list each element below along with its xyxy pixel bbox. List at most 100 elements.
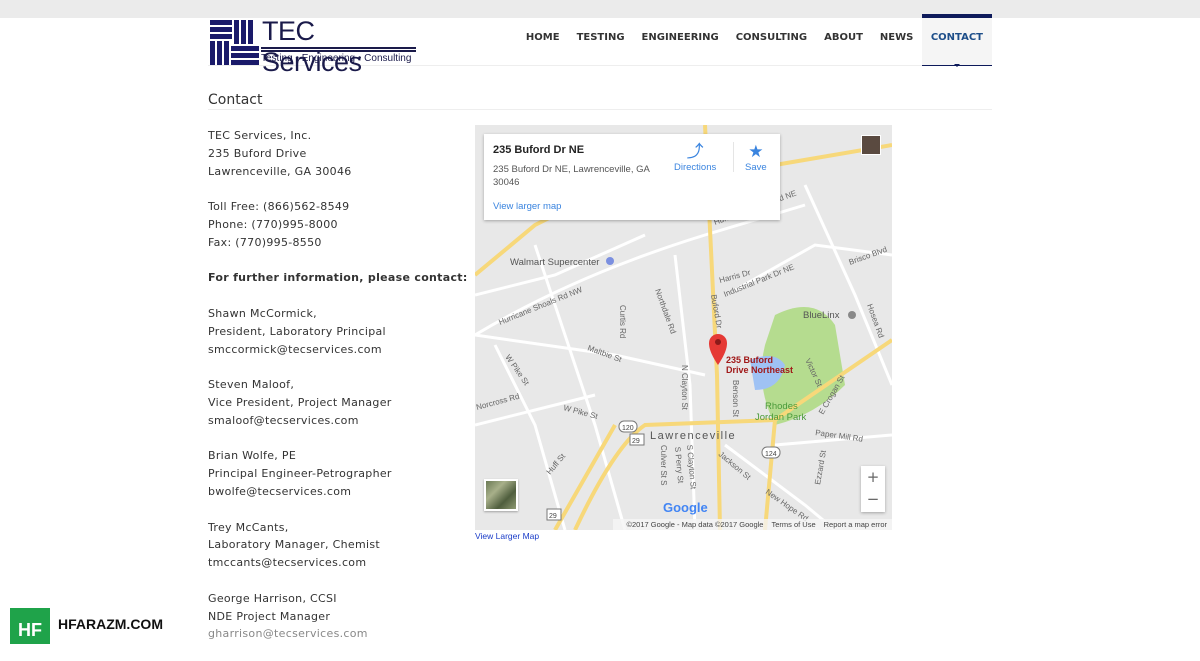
nav-testing[interactable]: TESTING <box>568 14 633 66</box>
pin-label: 235 Buford <box>726 355 773 365</box>
map-attribution: ©2017 Google - Map data ©2017 Google Term… <box>613 519 892 530</box>
contact-name: Steven Maloof, <box>208 378 295 392</box>
fax: Fax: (770)995-8550 <box>208 235 322 249</box>
contact-email[interactable]: smccormick@tecservices.com <box>208 343 382 356</box>
satellite-toggle[interactable] <box>484 479 518 511</box>
map-label: Northdale Rd <box>653 288 678 335</box>
map-label: Culver St S <box>659 445 668 485</box>
nav-about[interactable]: ABOUT <box>816 14 872 66</box>
map-label: N Clayton St <box>680 365 689 411</box>
street: 235 Buford Drive <box>208 146 307 160</box>
report-error-link[interactable]: Report a map error <box>824 520 887 529</box>
contact-person: Steven Maloof, Vice President, Project Ma… <box>208 376 468 429</box>
nav-contact[interactable]: CONTACT <box>921 14 992 67</box>
watermark-site: HFARAZM.COM <box>58 616 163 632</box>
company-name: TEC Services, Inc. <box>208 129 312 142</box>
place-card: 235 Buford Dr NE 235 Buford Dr NE, Lawre… <box>484 134 780 220</box>
map-label: Walmart Supercenter <box>510 257 599 268</box>
star-icon: ★ <box>748 142 764 161</box>
address-block: TEC Services, Inc. 235 Buford Drive Lawr… <box>208 127 468 180</box>
route-124: 124 <box>765 451 777 458</box>
map-label: Benson St <box>731 380 740 418</box>
map-label: Curtis Rd <box>618 305 627 338</box>
nav-news[interactable]: NEWS <box>871 14 921 66</box>
place-address: 235 Buford Dr NE, Lawrenceville, GA 3004… <box>493 164 650 188</box>
contact-info: TEC Services, Inc. 235 Buford Drive Lawr… <box>208 127 468 661</box>
nav-engineering[interactable]: ENGINEERING <box>633 14 727 66</box>
view-larger-map-link-bottom[interactable]: View Larger Map <box>475 531 539 541</box>
zoom-control: + − <box>861 466 885 512</box>
map-label: Brisco Blvd <box>848 245 889 267</box>
save-label: Save <box>745 162 767 173</box>
contact-name: George Harrison, CCSI <box>208 591 337 605</box>
logo[interactable]: TEC Services Testing • Engineering • Con… <box>210 16 420 77</box>
view-larger-map-link[interactable]: View larger map <box>493 201 561 212</box>
contact-name: Trey McCants, <box>208 520 289 534</box>
save-button[interactable]: ★ Save <box>745 142 767 173</box>
map-label: S Perry St <box>673 446 685 484</box>
pin-label: Drive Northeast <box>726 365 793 375</box>
map-label: Jordan Park <box>755 412 806 423</box>
watermark: HF HFARAZM.COM <box>10 604 163 644</box>
map-label: BlueLinx <box>803 310 840 321</box>
logo-divider <box>261 47 416 52</box>
watermark-badge: HF <box>10 604 50 644</box>
contact-title: Laboratory Manager, Chemist <box>208 538 380 552</box>
contact-email[interactable]: smaloof@tecservices.com <box>208 414 359 427</box>
directions-label: Directions <box>674 162 717 173</box>
map-label: Buford Dr <box>709 294 724 330</box>
place-title: 235 Buford Dr NE <box>493 144 585 156</box>
logo-mark-icon <box>210 20 259 65</box>
contact-name: Brian Wolfe, PE <box>208 449 297 463</box>
route-29: 29 <box>549 513 557 520</box>
contact-title: Vice President, Project Manager <box>208 395 392 409</box>
shopping-icon <box>606 257 614 265</box>
phone: Phone: (770)995-8000 <box>208 217 338 231</box>
contact-title: NDE Project Manager <box>208 609 331 623</box>
main-nav: HOME TESTING ENGINEERING CONSULTING ABOU… <box>517 14 992 67</box>
directions-icon: ⤴ <box>686 142 704 161</box>
map-label: Huff St <box>545 451 568 476</box>
route-29: 29 <box>632 438 640 445</box>
map-label: Lawrenceville <box>650 430 736 442</box>
map-label: W Pike St <box>562 403 599 421</box>
contact-person: Shawn McCormick, President, Laboratory Pr… <box>208 305 468 358</box>
page-title: Contact <box>208 92 992 110</box>
toll-free: Toll Free: (866)562-8549 <box>208 200 350 214</box>
contact-name: Shawn McCormick, <box>208 306 317 320</box>
divider <box>733 142 734 172</box>
contact-heading: For further information, please contact: <box>208 271 468 285</box>
nav-consulting[interactable]: CONSULTING <box>727 14 815 66</box>
map-label: Rhodes <box>765 401 798 412</box>
zoom-in-button[interactable]: + <box>861 466 885 488</box>
route-120: 120 <box>622 425 634 432</box>
map-pin-icon[interactable] <box>709 334 727 365</box>
contact-title: President, Laboratory Principal <box>208 324 386 338</box>
map-label: Norcross Rd <box>475 392 520 412</box>
map-label: Maltbie St <box>586 343 623 364</box>
contact-email[interactable]: gharrison@tecservices.com <box>208 627 368 640</box>
zoom-out-button[interactable]: − <box>861 488 885 510</box>
terms-link[interactable]: Terms of Use <box>771 520 815 529</box>
contact-email[interactable]: tmccants@tecservices.com <box>208 556 366 569</box>
place-icon <box>848 311 856 319</box>
google-map[interactable]: Walmart Supercenter BlueLinx Rhodes Jord… <box>475 125 892 530</box>
contact-email[interactable]: bwolfe@tecservices.com <box>208 485 351 498</box>
map-label: Hosea Rd <box>865 303 886 340</box>
contact-person: George Harrison, CCSI NDE Project Manager… <box>208 590 468 643</box>
user-avatar[interactable] <box>861 135 881 155</box>
directions-button[interactable]: ⤴ Directions <box>674 142 716 173</box>
contact-person: Trey McCants, Laboratory Manager, Chemist… <box>208 519 468 572</box>
phone-block: Toll Free: (866)562-8549 Phone: (770)995… <box>208 198 468 251</box>
google-logo: Google <box>663 500 708 515</box>
map-label: Ezzard St <box>813 449 828 485</box>
map-label: S Clayton St <box>685 444 698 490</box>
logo-tagline: Testing • Engineering • Consulting <box>261 53 412 64</box>
contact-title: Principal Engineer-Petrographer <box>208 467 392 481</box>
contact-person: Brian Wolfe, PE Principal Engineer-Petrog… <box>208 447 468 500</box>
site-header: TEC Services Testing • Engineering • Con… <box>208 14 992 77</box>
map-label: Hurricane Shoals Rd NW <box>497 285 584 327</box>
copyright: ©2017 Google - Map data ©2017 Google <box>626 520 764 529</box>
city-state-zip: Lawrenceville, GA 30046 <box>208 164 352 178</box>
nav-home[interactable]: HOME <box>517 14 568 66</box>
